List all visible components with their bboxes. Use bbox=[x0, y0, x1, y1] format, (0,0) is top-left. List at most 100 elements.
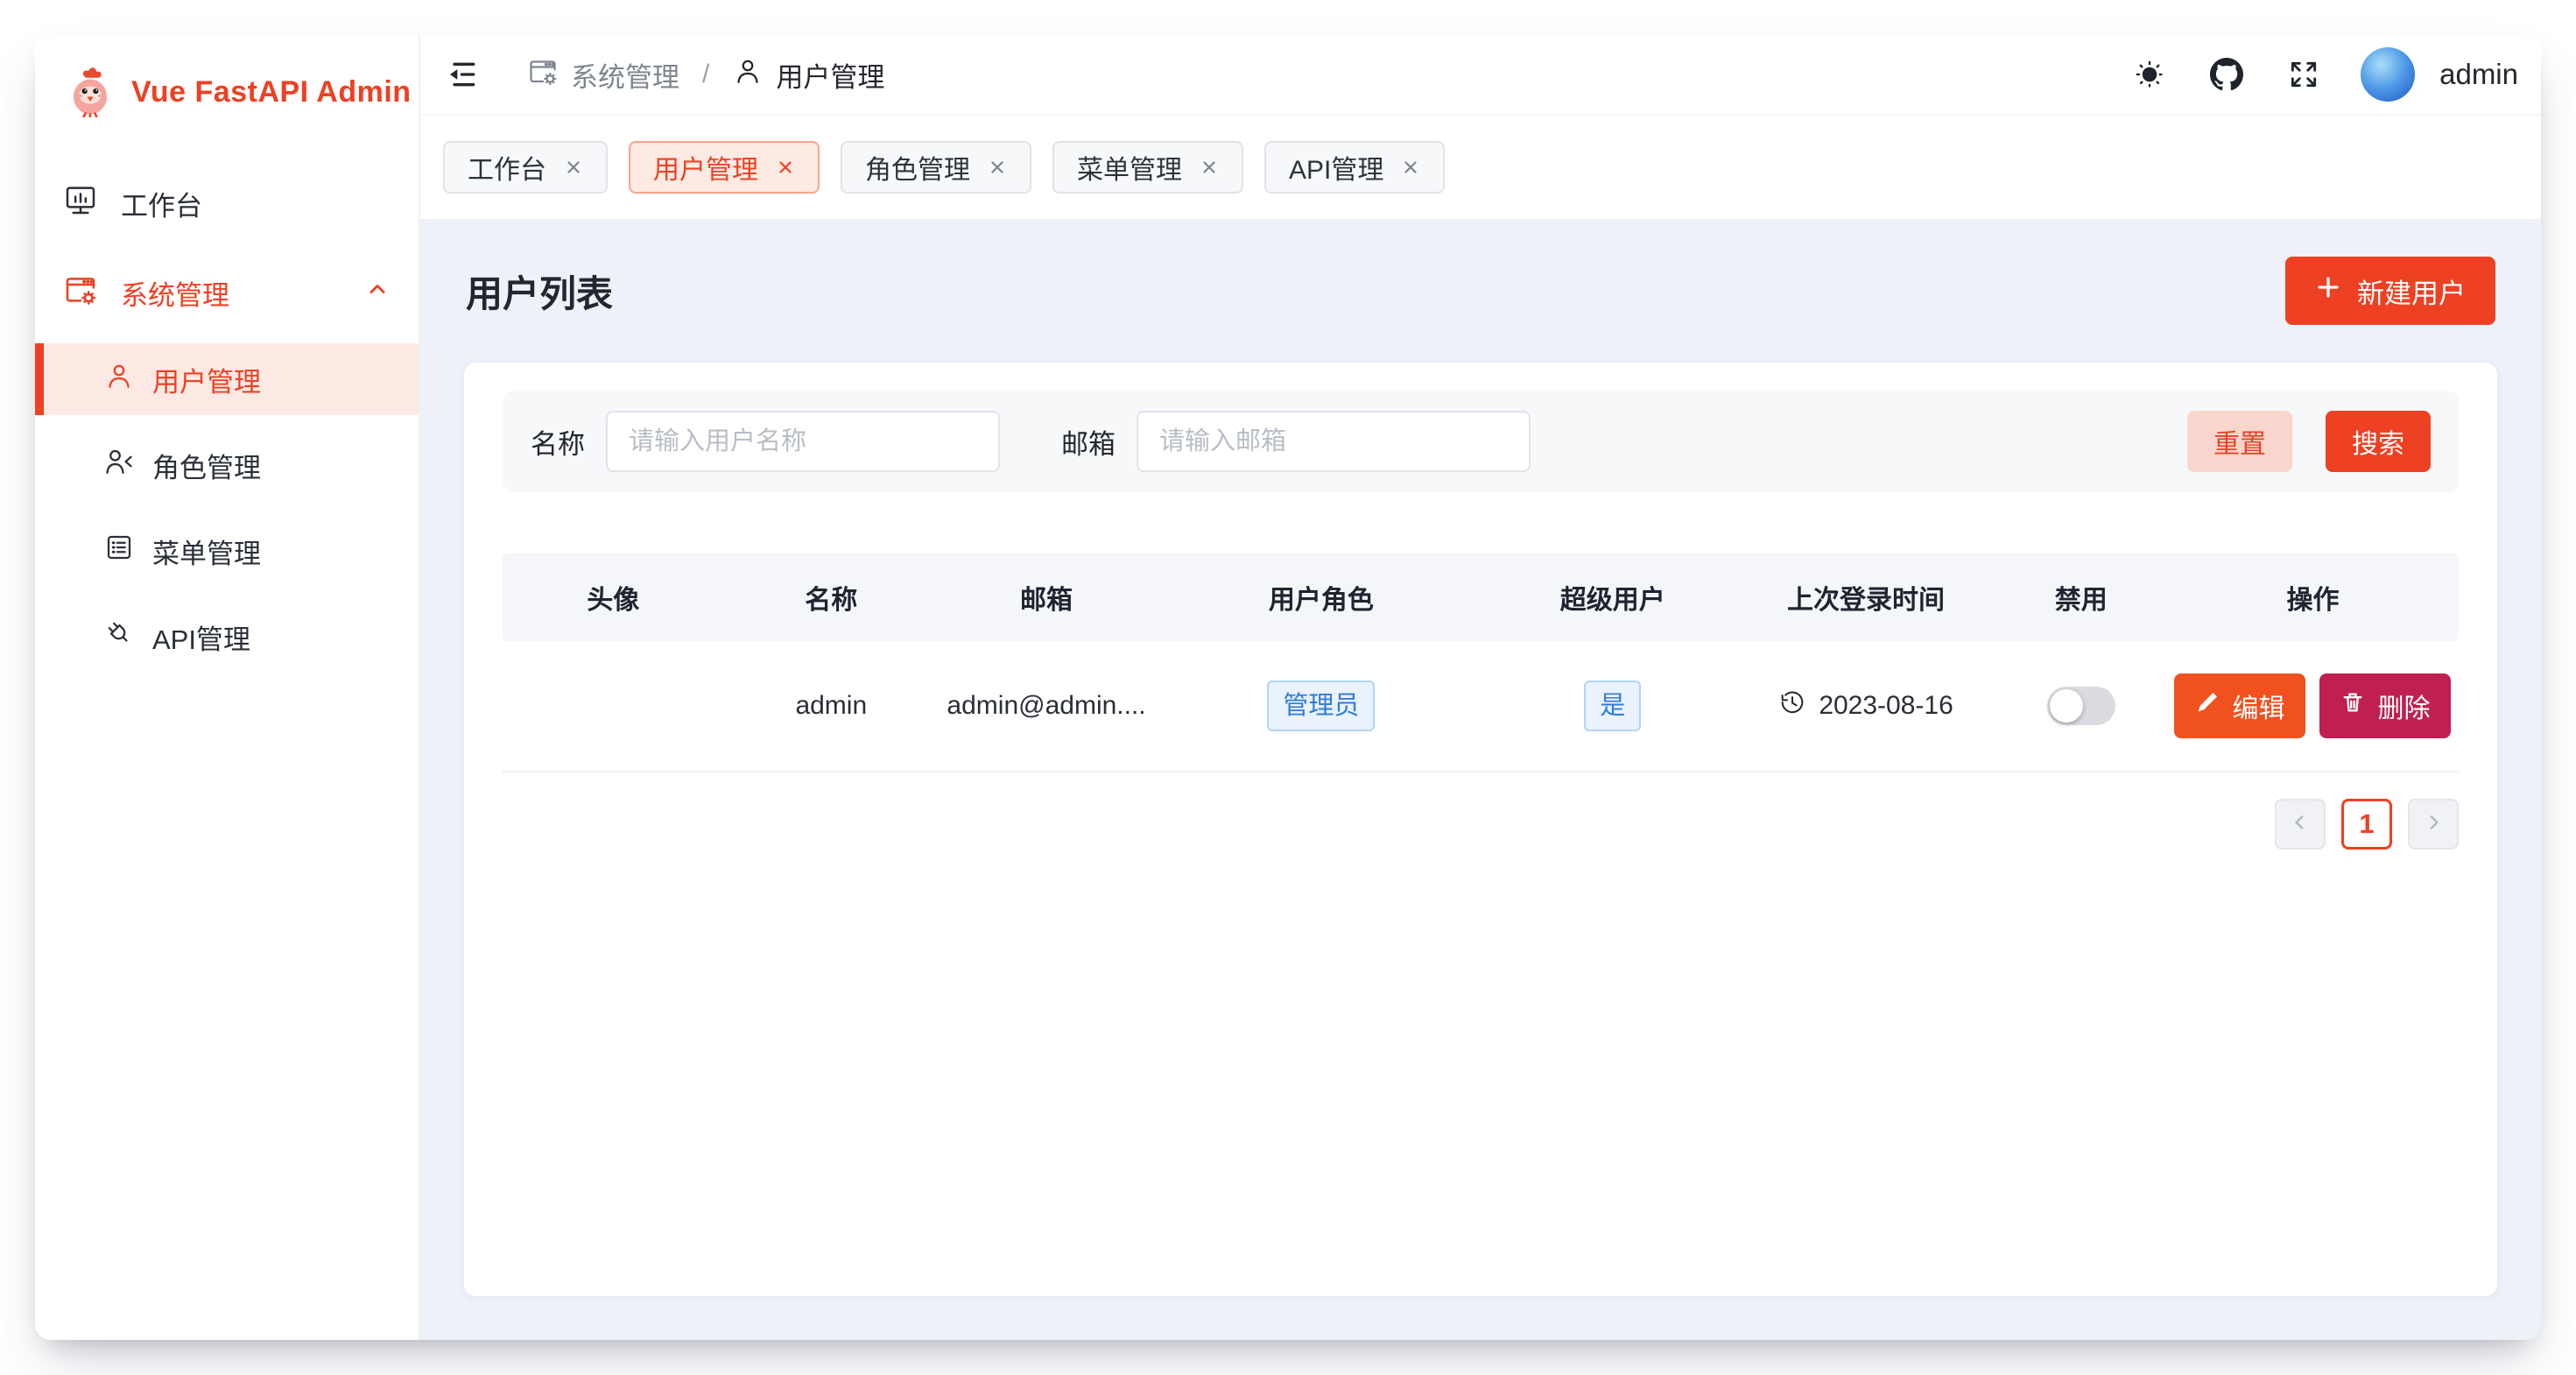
plus-icon bbox=[2315, 274, 2341, 307]
pagination-next-button[interactable] bbox=[2408, 799, 2459, 850]
sidebar-item-api-management[interactable]: API管理 bbox=[35, 601, 419, 673]
email-filter-input[interactable] bbox=[1137, 411, 1531, 472]
window-gear-icon bbox=[63, 271, 98, 314]
theme-sun-icon[interactable] bbox=[2129, 54, 2170, 95]
tab-label: API管理 bbox=[1289, 148, 1383, 187]
delete-button[interactable]: 删除 bbox=[2319, 673, 2451, 738]
role-cell: 管理员 bbox=[1154, 680, 1489, 732]
reset-button[interactable]: 重置 bbox=[2187, 411, 2292, 472]
tab-label: 工作台 bbox=[468, 148, 546, 187]
user-role-icon bbox=[103, 446, 135, 484]
pagination: 1 bbox=[503, 799, 2459, 850]
name-filter-input[interactable] bbox=[606, 411, 1000, 472]
column-header-disabled: 禁用 bbox=[1995, 578, 2167, 617]
table-row: admin admin@admin.... 管理员 是 bbox=[503, 641, 2459, 772]
column-header-actions: 操作 bbox=[2167, 578, 2459, 617]
main-area: 系统管理 / 用户管理 bbox=[420, 35, 2541, 1340]
add-user-label: 新建用户 bbox=[2357, 271, 2466, 311]
tab-menu-management[interactable]: 菜单管理 bbox=[1052, 141, 1243, 194]
edit-button[interactable]: 编辑 bbox=[2174, 673, 2305, 738]
user-list-card: 名称 邮箱 重置 搜索 头像 名称 邮箱 用户角色 超级用户 上次登录时间 bbox=[464, 363, 2497, 1296]
disabled-cell bbox=[1995, 687, 2167, 725]
user-icon bbox=[103, 360, 135, 398]
breadcrumb-system[interactable]: 系统管理 bbox=[527, 55, 679, 95]
sidebar-item-user-management[interactable]: 用户管理 bbox=[35, 343, 419, 415]
plug-icon bbox=[103, 617, 135, 656]
sidebar-item-menu-management[interactable]: 菜单管理 bbox=[35, 515, 419, 587]
chevron-left-icon bbox=[2289, 811, 2312, 838]
table-header-row: 头像 名称 邮箱 用户角色 超级用户 上次登录时间 禁用 操作 bbox=[503, 554, 2459, 641]
column-header-avatar: 头像 bbox=[503, 578, 723, 617]
disable-toggle[interactable] bbox=[2047, 687, 2115, 725]
tab-role-management[interactable]: 角色管理 bbox=[841, 141, 1031, 194]
user-avatar[interactable] bbox=[2361, 47, 2415, 102]
sidebar-item-label: 菜单管理 bbox=[152, 532, 261, 571]
app-window: Vue FastAPI Admin 工作台 bbox=[35, 35, 2541, 1340]
menu-list-icon bbox=[103, 532, 135, 570]
sidebar-collapse-icon[interactable] bbox=[443, 54, 483, 95]
sidebar-item-label: 系统管理 bbox=[121, 273, 229, 313]
breadcrumb-label: 用户管理 bbox=[776, 55, 884, 95]
page-title: 用户列表 bbox=[466, 264, 613, 318]
tab-user-management[interactable]: 用户管理 bbox=[629, 141, 820, 194]
role-badge: 管理员 bbox=[1267, 680, 1375, 732]
sidebar-item-label: 用户管理 bbox=[152, 360, 261, 399]
breadcrumb: 系统管理 / 用户管理 bbox=[527, 55, 884, 95]
name-cell: admin bbox=[723, 691, 939, 721]
top-header: 系统管理 / 用户管理 bbox=[420, 35, 2541, 116]
pencil-icon bbox=[2195, 690, 2220, 722]
breadcrumb-users[interactable]: 用户管理 bbox=[732, 55, 884, 95]
sidebar-item-workbench[interactable]: 工作台 bbox=[35, 165, 419, 242]
add-user-button[interactable]: 新建用户 bbox=[2285, 257, 2495, 325]
user-icon bbox=[732, 55, 764, 94]
chevron-up-icon bbox=[362, 274, 392, 311]
app-logo: Vue FastAPI Admin bbox=[35, 35, 419, 117]
tab-workbench[interactable]: 工作台 bbox=[443, 141, 608, 194]
email-filter-label: 邮箱 bbox=[1061, 422, 1116, 462]
column-header-role: 用户角色 bbox=[1154, 578, 1489, 617]
delete-label: 删除 bbox=[2377, 687, 2430, 725]
column-header-superuser: 超级用户 bbox=[1489, 578, 1737, 617]
trash-icon bbox=[2340, 690, 2365, 722]
monitor-icon bbox=[63, 182, 98, 224]
close-icon[interactable] bbox=[564, 158, 583, 177]
filter-bar: 名称 邮箱 重置 搜索 bbox=[503, 391, 2459, 492]
close-icon[interactable] bbox=[1401, 158, 1420, 177]
close-icon[interactable] bbox=[1200, 158, 1219, 177]
header-actions: admin bbox=[2129, 47, 2518, 102]
edit-label: 编辑 bbox=[2232, 687, 2284, 725]
actions-cell: 编辑 删除 bbox=[2167, 673, 2459, 738]
tab-api-management[interactable]: API管理 bbox=[1264, 141, 1445, 194]
chevron-right-icon bbox=[2422, 811, 2445, 838]
last-login-cell: 2023-08-16 bbox=[1737, 688, 1995, 723]
superuser-cell: 是 bbox=[1489, 680, 1737, 732]
last-login-value: 2023-08-16 bbox=[1819, 691, 1953, 721]
tab-label: 角色管理 bbox=[865, 148, 970, 187]
github-icon[interactable] bbox=[2206, 54, 2247, 95]
sidebar: Vue FastAPI Admin 工作台 bbox=[35, 35, 420, 1340]
breadcrumb-label: 系统管理 bbox=[571, 55, 679, 95]
name-filter-label: 名称 bbox=[531, 422, 585, 462]
username-label[interactable]: admin bbox=[2439, 58, 2518, 91]
column-header-last-login: 上次登录时间 bbox=[1737, 578, 1995, 617]
chicken-logo-icon bbox=[65, 67, 116, 117]
tab-bar: 工作台 用户管理 角色管理 菜单管理 bbox=[420, 116, 2541, 219]
fullscreen-icon[interactable] bbox=[2284, 54, 2324, 95]
search-button[interactable]: 搜索 bbox=[2326, 411, 2431, 472]
pagination-page-1[interactable]: 1 bbox=[2341, 799, 2392, 850]
superuser-badge: 是 bbox=[1584, 680, 1641, 732]
column-header-name: 名称 bbox=[723, 578, 939, 617]
sidebar-menu: 工作台 系统管理 bbox=[35, 165, 419, 673]
email-cell: admin@admin.... bbox=[939, 691, 1154, 721]
users-table: 头像 名称 邮箱 用户角色 超级用户 上次登录时间 禁用 操作 admin ad… bbox=[503, 554, 2459, 772]
tab-label: 菜单管理 bbox=[1077, 148, 1182, 187]
page-header: 用户列表 新建用户 bbox=[420, 219, 2541, 363]
sidebar-item-label: 工作台 bbox=[121, 184, 202, 223]
sidebar-item-system[interactable]: 系统管理 bbox=[35, 254, 419, 331]
clock-history-icon bbox=[1778, 688, 1806, 723]
sidebar-item-role-management[interactable]: 角色管理 bbox=[35, 429, 419, 501]
close-icon[interactable] bbox=[988, 158, 1007, 177]
pagination-prev-button[interactable] bbox=[2275, 799, 2326, 850]
page-content: 用户列表 新建用户 名称 邮箱 重置 搜索 bbox=[420, 219, 2541, 1340]
close-icon[interactable] bbox=[776, 158, 795, 177]
